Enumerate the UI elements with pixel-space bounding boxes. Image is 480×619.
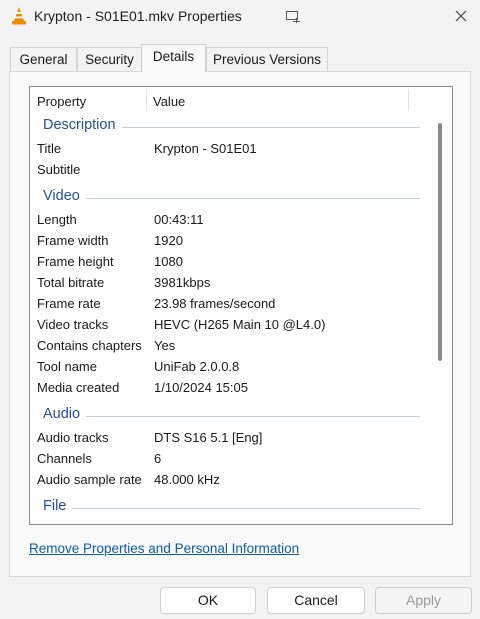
property-row-media-created[interactable]: Media created 1/10/2024 15:05 (30, 378, 438, 399)
property-row-length[interactable]: Length 00:43:11 (30, 210, 438, 231)
property-value[interactable]: HEVC (H265 Main 10 @L4.0) (154, 317, 325, 332)
section-header-video: Video (30, 188, 438, 208)
property-name: Media created (37, 380, 120, 395)
property-name: Total bitrate (37, 275, 105, 290)
property-row-frame-height[interactable]: Frame height 1080 (30, 252, 438, 273)
property-value[interactable]: 1920 (154, 233, 183, 248)
property-row-tool-name[interactable]: Tool name UniFab 2.0.0.8 (30, 357, 438, 378)
property-name: Audio sample rate (37, 472, 142, 487)
section-divider (43, 416, 420, 417)
property-row-video-tracks[interactable]: Video tracks HEVC (H265 Main 10 @L4.0) (30, 315, 438, 336)
window-title: Krypton - S01E01.mkv Properties (34, 8, 242, 24)
section-header-description: Description (30, 117, 438, 137)
tab-general[interactable]: General (10, 47, 77, 72)
property-name: Channels (37, 451, 92, 466)
property-row-channels[interactable]: Channels 6 (30, 449, 438, 470)
column-header: Property Value (30, 87, 438, 115)
property-row-frame-width[interactable]: Frame width 1920 (30, 231, 438, 252)
property-name: Video tracks (37, 317, 109, 332)
property-value[interactable]: 48.000 kHz (154, 472, 220, 487)
vlc-cone-icon (10, 6, 28, 26)
section-label: Audio (43, 406, 87, 422)
section-divider (43, 508, 420, 509)
property-value[interactable]: Krypton - S01E01 (154, 141, 257, 156)
property-value[interactable]: UniFab 2.0.0.8 (154, 359, 239, 374)
remove-properties-link[interactable]: Remove Properties and Personal Informati… (29, 541, 299, 556)
tab-details[interactable]: Details (141, 44, 206, 72)
property-value[interactable]: DTS S16 5.1 [Eng] (154, 430, 262, 445)
property-row-title[interactable]: Title Krypton - S01E01 (30, 139, 438, 160)
property-name: Subtitle (37, 162, 81, 177)
close-icon[interactable] (452, 7, 470, 25)
apply-button[interactable]: Apply (375, 587, 472, 614)
property-value[interactable]: 6 (154, 451, 161, 466)
property-value[interactable]: 1/10/2024 15:05 (154, 380, 248, 395)
property-row-subtitle[interactable]: Subtitle (30, 160, 438, 181)
property-name: Audio tracks (37, 430, 109, 445)
properties-list[interactable]: Property Value Description Title Krypton… (29, 86, 453, 525)
cancel-button[interactable]: Cancel (267, 587, 365, 614)
property-name: Tool name (37, 359, 97, 374)
property-name: Title (37, 141, 62, 156)
section-divider (43, 198, 420, 199)
property-value[interactable]: 23.98 frames/second (154, 296, 275, 311)
title-bar: Krypton - S01E01.mkv Properties (0, 0, 480, 34)
details-panel: Property Value Description Title Krypton… (9, 71, 471, 577)
section-label: Description (43, 117, 122, 133)
pin-icon[interactable] (284, 8, 302, 24)
property-name: Frame height (37, 254, 114, 269)
property-name: Frame width (37, 233, 109, 248)
section-header-file: File (30, 498, 438, 518)
property-name: Frame rate (37, 296, 101, 311)
tab-previous-versions[interactable]: Previous Versions (206, 47, 328, 72)
column-header-value[interactable]: Value (153, 94, 185, 109)
property-value[interactable]: 00:43:11 (154, 212, 204, 227)
property-row-audio-sample-rate[interactable]: Audio sample rate 48.000 kHz (30, 470, 438, 491)
scrollbar-thumb[interactable] (438, 123, 442, 361)
property-row-contains-chapters[interactable]: Contains chapters Yes (30, 336, 438, 357)
property-row-frame-rate[interactable]: Frame rate 23.98 frames/second (30, 294, 438, 315)
property-row-total-bitrate[interactable]: Total bitrate 3981kbps (30, 273, 438, 294)
column-divider[interactable] (408, 89, 409, 111)
column-header-property[interactable]: Property (37, 94, 86, 109)
property-name: Contains chapters (37, 338, 142, 353)
column-divider[interactable] (146, 89, 147, 111)
section-label: File (43, 498, 73, 514)
property-value[interactable]: 1080 (154, 254, 183, 269)
property-name: Length (37, 212, 77, 227)
property-value[interactable]: 3981kbps (154, 275, 210, 290)
property-row-audio-tracks[interactable]: Audio tracks DTS S16 5.1 [Eng] (30, 428, 438, 449)
property-value[interactable]: Yes (154, 338, 175, 353)
ok-button[interactable]: OK (160, 587, 256, 614)
section-header-audio: Audio (30, 406, 438, 426)
section-label: Video (43, 188, 86, 204)
tab-security[interactable]: Security (77, 47, 142, 72)
